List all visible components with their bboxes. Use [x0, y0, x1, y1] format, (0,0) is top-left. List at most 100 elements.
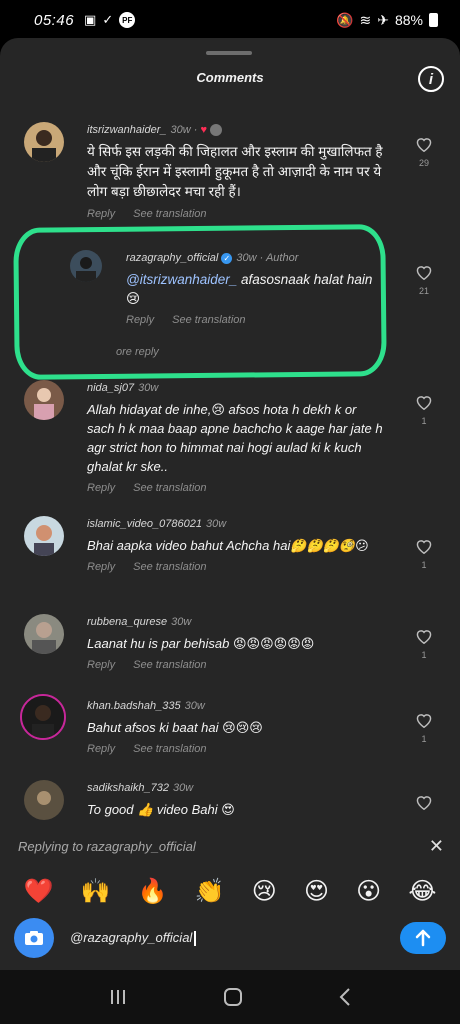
drag-handle[interactable] [206, 51, 252, 55]
wifi-icon: ≋ [359, 11, 372, 28]
heart-icon [416, 396, 432, 410]
like-count: 1 [421, 560, 427, 570]
comment-text: Laanat hu is par behisab 😡😡😡😡😡😡 [87, 636, 315, 651]
emoji-button[interactable]: 👏 [195, 877, 225, 906]
avatar[interactable] [24, 614, 64, 654]
airplane-icon: ✈ [377, 11, 389, 28]
comment-username[interactable]: nida_sj07 [87, 382, 134, 394]
emoji-button[interactable]: 😮 [356, 877, 381, 906]
reply-button[interactable]: Reply [87, 208, 115, 220]
comment-username[interactable]: razagraphy_official [126, 252, 218, 264]
avatar[interactable] [24, 780, 64, 820]
reply-button[interactable]: Reply [87, 659, 115, 671]
mention-link[interactable]: @itsrizwanhaider_ [126, 272, 237, 287]
reply-button[interactable]: Reply [87, 743, 115, 755]
gallery-icon: ▣ [84, 12, 97, 27]
emoji-button[interactable]: 😍 [304, 877, 329, 906]
comment-text: Allah hidayat de inhe,😢 afsos hota h dek… [87, 402, 383, 474]
see-translation-button[interactable]: See translation [133, 482, 206, 494]
comment-text: Bhai aapka video bahut Achcha hai🤔🤔🤔🧐😕 [87, 538, 369, 553]
comment-text: Bahut afsos ki baat hai 😢😢😢 [87, 720, 263, 735]
like-count: 1 [421, 416, 427, 426]
see-translation-button[interactable]: See translation [133, 208, 206, 220]
comment-username[interactable]: itsrizwanhaider_ [87, 124, 166, 136]
emoji-button[interactable]: 😂 [408, 877, 436, 906]
like-button[interactable]: 29 [414, 136, 434, 168]
like-count: 1 [421, 734, 427, 744]
comment-username[interactable]: sadikshaikh_732 [87, 782, 169, 794]
comment-text: To good 👍 video Bahi 😍 [87, 802, 235, 817]
see-translation-button[interactable]: See translation [133, 561, 206, 573]
status-bar: 05:46 ▣ ✓ PF 🔕 ≋ ✈ 88% [0, 0, 460, 40]
emoji-button[interactable]: 🔥 [138, 877, 168, 906]
recents-icon[interactable] [108, 988, 128, 1006]
comment-time: 30w [236, 252, 257, 264]
like-count: 1 [421, 650, 427, 660]
like-button[interactable]: 21 [414, 264, 434, 296]
comment-username[interactable]: islamic_video_0786021 [87, 518, 202, 530]
avatar[interactable] [24, 516, 64, 556]
like-button[interactable]: 1 [414, 712, 434, 744]
emoji-button[interactable]: ❤️ [24, 877, 54, 906]
close-icon[interactable]: ✕ [429, 836, 444, 857]
avatar[interactable] [24, 380, 64, 420]
heart-icon [416, 630, 432, 644]
info-icon[interactable]: i [418, 66, 444, 92]
send-button[interactable] [400, 922, 446, 954]
reply-button[interactable]: Reply [126, 314, 154, 326]
comment-input-value: @razagraphy_official [70, 929, 193, 945]
status-time: 05:46 [34, 11, 75, 29]
more-replies-link[interactable]: ore reply [116, 346, 159, 358]
heart-badge-icon: ♥ [200, 124, 207, 136]
see-translation-button[interactable]: See translation [133, 743, 206, 755]
author-tag: · Author [259, 252, 299, 264]
comment-time: 30w [184, 700, 205, 712]
mute-icon: 🔕 [336, 11, 354, 28]
comment-username[interactable]: rubbena_qurese [87, 616, 167, 628]
avatar[interactable] [20, 694, 66, 740]
comment-time: 30w [170, 124, 191, 136]
arrow-up-icon [415, 929, 431, 947]
replying-to-text: Replying to razagraphy_official [18, 838, 196, 854]
system-nav-bar [0, 970, 460, 1024]
like-button[interactable]: 1 [414, 628, 434, 660]
pf-app-icon: PF [119, 12, 136, 28]
like-count: 21 [418, 286, 429, 296]
battery-icon [429, 13, 438, 27]
heart-icon [416, 796, 432, 810]
back-icon[interactable] [338, 987, 352, 1007]
home-icon[interactable] [223, 987, 243, 1007]
like-button[interactable]: 1 [414, 538, 434, 570]
comment-time: 30w [171, 616, 192, 628]
author-avatar-mini [210, 124, 223, 137]
emoji-button[interactable]: 🙌 [81, 877, 111, 906]
verified-icon: ✓ [221, 253, 233, 264]
heart-icon [416, 540, 432, 554]
like-count: 29 [418, 158, 429, 168]
camera-icon [25, 931, 43, 945]
comment-text: ये सिर्फ इस लड़की की जिहालत और इस्लाम की… [87, 144, 383, 200]
comment-username[interactable]: khan.badshah_335 [87, 700, 181, 712]
camera-button[interactable] [14, 918, 54, 958]
like-button[interactable] [414, 794, 434, 816]
avatar[interactable] [70, 250, 102, 282]
comment-time: 30w [172, 782, 194, 794]
like-button[interactable]: 1 [414, 394, 434, 426]
see-translation-button[interactable]: See translation [172, 314, 245, 326]
battery-level: 88% [394, 12, 423, 28]
replying-bar: Replying to razagraphy_official ✕ [0, 826, 460, 866]
check-icon: ✓ [102, 12, 114, 27]
heart-icon [416, 138, 432, 152]
heart-icon [416, 714, 432, 728]
comment-time: 30w [205, 518, 227, 530]
sheet-title: Comments [196, 70, 264, 85]
emoji-quick-bar: ❤️ 🙌 🔥 👏 😢 😍 😮 😂 [0, 866, 460, 916]
reply-button[interactable]: Reply [87, 482, 115, 494]
comment-input[interactable]: @razagraphy_official [70, 929, 400, 947]
reply-button[interactable]: Reply [87, 561, 115, 573]
emoji-button[interactable]: 😢 [252, 877, 277, 906]
avatar[interactable] [24, 122, 64, 162]
see-translation-button[interactable]: See translation [133, 659, 206, 671]
comment-composer: @razagraphy_official [0, 914, 460, 962]
heart-icon [416, 266, 432, 280]
